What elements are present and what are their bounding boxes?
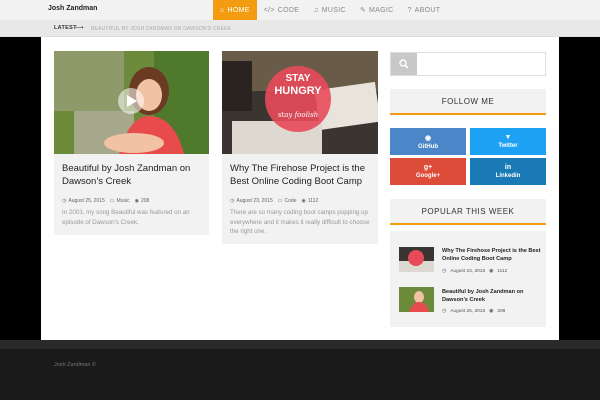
post-date: August 25, 2015 xyxy=(68,198,105,204)
clock-icon: ◷ xyxy=(442,309,447,314)
linkedin-icon: in xyxy=(504,164,512,171)
follow-me-heading: FOLLOW ME xyxy=(390,89,546,115)
post-thumbnail[interactable] xyxy=(54,51,209,154)
clock-icon: ◷ xyxy=(442,269,447,274)
post-meta: ◷ August 25, 2015 ▭ Music ◉ 208 xyxy=(62,198,149,204)
post-title[interactable]: Beautiful by Josh Zandman on Dawson’s Cr… xyxy=(62,162,202,188)
eye-icon: ◉ xyxy=(489,309,494,314)
popular-list: Why The Firehose Project is the Best Onl… xyxy=(390,231,546,327)
clock-icon: ◷ xyxy=(62,198,67,204)
question-icon: ? xyxy=(407,6,412,14)
magic-icon: ✎ xyxy=(359,7,366,14)
post-category[interactable]: Code xyxy=(285,198,297,204)
post-date: August 23, 2015 xyxy=(236,198,273,204)
popular-date: August 23, 2015 xyxy=(450,269,486,274)
nav-about[interactable]: ? ABOUT xyxy=(400,0,447,20)
folder-icon: ▭ xyxy=(277,198,283,204)
eye-icon: ◉ xyxy=(489,269,494,274)
eye-icon: ◉ xyxy=(301,198,306,204)
home-icon: ⌂ xyxy=(220,6,225,14)
popular-views: 208 xyxy=(497,309,506,314)
post-excerpt: There are so many coding boot camps popp… xyxy=(230,209,370,235)
site-footer: Josh Zandman © xyxy=(0,349,600,400)
post-thumbnail[interactable]: STAY HUNGRY stay foolish xyxy=(222,51,378,154)
clock-icon: ◷ xyxy=(230,198,235,204)
nav-code[interactable]: </> CODE xyxy=(257,0,306,20)
image-text-stay: STAY xyxy=(285,73,310,84)
image-text-hungry: HUNGRY xyxy=(274,85,322,97)
search-icon xyxy=(399,59,409,69)
ticker-link[interactable]: BEAUTIFUL BY JOSH ZANDMAN ON DAWSON'S CR… xyxy=(91,26,231,32)
ticker-label: LATEST xyxy=(54,25,77,31)
footer-divider xyxy=(0,340,600,349)
search-button[interactable] xyxy=(391,53,417,75)
nav-music[interactable]: ♫ MUSIC xyxy=(306,0,353,20)
twitter-label: Twitter xyxy=(498,143,518,149)
github-icon: ◉ xyxy=(424,134,432,142)
folder-icon: ▭ xyxy=(109,198,115,204)
main-nav: ⌂ HOME </> CODE ♫ MUSIC ✎ MAGIC ? ABOUT xyxy=(213,0,447,20)
site-brand[interactable]: Josh Zandman xyxy=(48,5,97,12)
arrow-right-icon: ⟶ xyxy=(75,25,84,31)
search-box xyxy=(390,52,546,76)
eye-icon: ◉ xyxy=(134,198,139,204)
post-title[interactable]: Why The Firehose Project is the Best Onl… xyxy=(230,162,375,188)
post-category[interactable]: Music xyxy=(117,198,130,204)
nav-about-label: ABOUT xyxy=(414,6,441,14)
popular-thumbnail[interactable] xyxy=(399,287,434,312)
popular-date: August 25, 2015 xyxy=(450,309,486,314)
github-button[interactable]: ◉ GitHub xyxy=(390,128,466,155)
nav-home[interactable]: ⌂ HOME xyxy=(213,0,257,20)
popular-meta: ◷ August 25, 2015 ◉ 208 xyxy=(442,309,505,314)
popular-thumbnail[interactable] xyxy=(399,247,434,272)
post-card: STAY HUNGRY stay foolish Why The Firehos… xyxy=(222,51,378,244)
top-navbar: Josh Zandman ⌂ HOME </> CODE ♫ MUSIC ✎ M… xyxy=(0,0,600,20)
popular-meta: ◷ August 23, 2015 ◉ 1112 xyxy=(442,269,507,274)
popular-views: 1112 xyxy=(497,269,508,274)
post-views: 208 xyxy=(140,198,150,204)
google-plus-button[interactable]: g+ Google+ xyxy=(390,158,466,185)
latest-ticker: LATEST ⟶ BEAUTIFUL BY JOSH ZANDMAN ON DA… xyxy=(0,20,600,37)
nav-music-label: MUSIC xyxy=(321,6,346,14)
nav-magic[interactable]: ✎ MAGIC xyxy=(353,0,401,20)
nav-code-label: CODE xyxy=(277,6,300,14)
image-text-foolish: stay foolish xyxy=(278,111,318,119)
linkedin-button[interactable]: in Linkedin xyxy=(470,158,546,185)
linkedin-label: Linkedin xyxy=(495,173,521,179)
twitter-button[interactable]: ▼ Twitter xyxy=(470,128,546,155)
post-views: 1112 xyxy=(307,198,319,204)
post-excerpt: In 2003, my song Beautiful was featured … xyxy=(62,209,190,226)
popular-title[interactable]: Beautiful by Josh Zandman on Dawson’s Cr… xyxy=(442,288,542,304)
post-meta: ◷ August 23, 2015 ▭ Code ◉ 1112 xyxy=(230,198,318,204)
nav-home-label: HOME xyxy=(227,6,250,14)
google-plus-label: Google+ xyxy=(415,173,441,179)
google-plus-icon: g+ xyxy=(423,164,433,171)
music-icon: ♫ xyxy=(313,6,319,14)
popular-heading: POPULAR THIS WEEK xyxy=(390,199,546,225)
nav-magic-label: MAGIC xyxy=(369,6,394,14)
popular-title[interactable]: Why The Firehose Project is the Best Onl… xyxy=(442,247,542,263)
code-icon: </> xyxy=(263,6,275,14)
twitter-icon: ▼ xyxy=(504,134,512,141)
post-card: Beautiful by Josh Zandman on Dawson’s Cr… xyxy=(54,51,209,235)
github-label: GitHub xyxy=(418,143,438,150)
footer-copyright: Josh Zandman © xyxy=(54,362,96,368)
